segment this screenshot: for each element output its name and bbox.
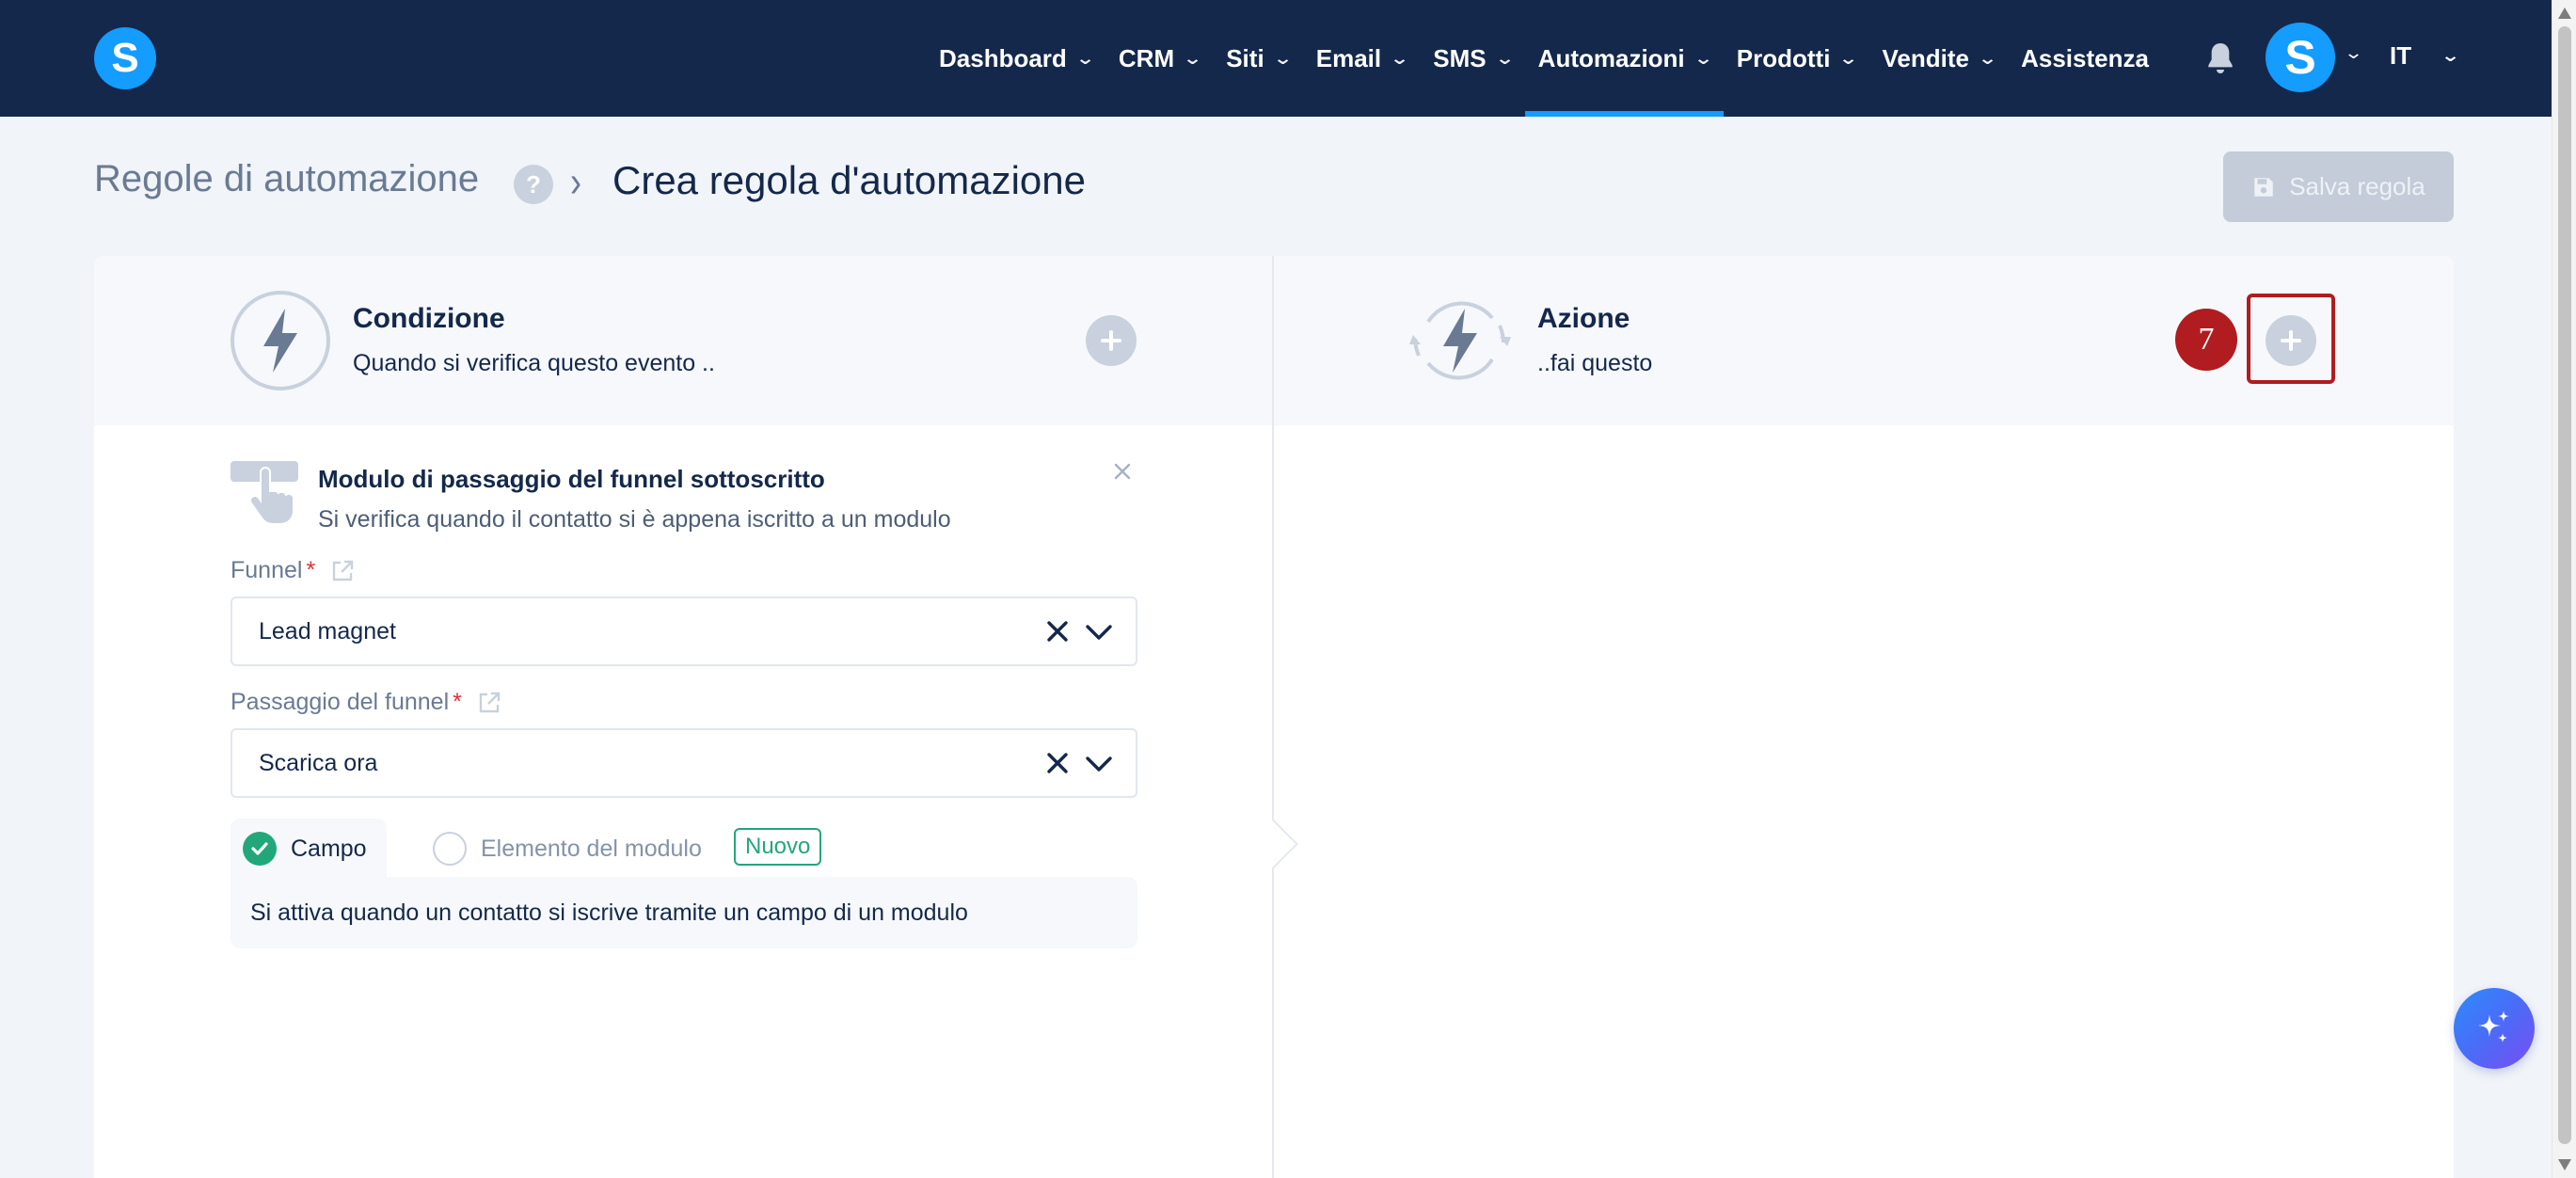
lightning-cycle-icon (1409, 301, 1511, 380)
chevron-down-icon: ⌄ (1977, 48, 1998, 68)
nav-item-sms[interactable]: SMS ⌄ (1420, 0, 1524, 117)
chevron-down-icon: ⌄ (1272, 48, 1293, 68)
avatar[interactable]: S (2266, 23, 2335, 92)
nav-item-label: CRM (1118, 43, 1175, 72)
column-divider (1272, 256, 1274, 1178)
brand-logo[interactable]: S (94, 27, 156, 89)
save-rule-button[interactable]: Salva regola (2223, 151, 2454, 222)
nav-item-label: Vendite (1882, 43, 1969, 72)
bell-icon[interactable] (2202, 38, 2239, 79)
chevron-down-icon: ⌄ (2441, 46, 2461, 65)
nav-item-label: Automazioni (1537, 43, 1685, 72)
nav-item-dashboard[interactable]: Dashboard ⌄ (926, 0, 1105, 117)
condition-title: Condizione (353, 303, 505, 334)
help-icon[interactable]: ? (514, 165, 553, 204)
nav-item-vendite[interactable]: Vendite ⌄ (1869, 0, 2009, 117)
scroll-thumb[interactable] (2558, 26, 2571, 1144)
divider-arrow (1248, 819, 1298, 869)
chevron-down-icon: ⌄ (1183, 48, 1203, 68)
chevron-down-icon: ⌄ (1494, 48, 1515, 68)
external-link-icon[interactable] (330, 559, 355, 583)
radio-campo-label[interactable]: Campo (291, 836, 367, 863)
funnel-step-label-text: Passaggio del funnel (231, 689, 450, 715)
chevron-down-icon[interactable] (1085, 623, 1113, 642)
chevron-down-icon: ⌄ (1838, 48, 1859, 68)
floppy-disk-icon (2254, 177, 2273, 197)
step-number-badge: 7 (2175, 309, 2237, 371)
condition-subtitle: Quando si verifica questo evento .. (353, 350, 715, 376)
language-label: IT (2390, 41, 2412, 70)
required-mark: * (306, 557, 316, 583)
plus-icon (2281, 330, 2301, 351)
page-scrollbar[interactable] (2552, 0, 2576, 1178)
card-header (94, 256, 2454, 425)
lightning-icon (231, 291, 330, 390)
main-nav: Dashboard ⌄ CRM ⌄ Siti ⌄ Email ⌄ SMS ⌄ Automa… (926, 0, 2162, 117)
clear-icon[interactable] (1045, 619, 1070, 644)
action-title: Azione (1537, 303, 1630, 334)
external-link-icon[interactable] (477, 691, 501, 715)
nav-item-label: Siti (1226, 43, 1264, 72)
language-selector[interactable]: IT ⌄ (2390, 41, 2461, 71)
radio-elemento-del-modulo[interactable] (433, 832, 467, 866)
plus-icon (1101, 330, 1121, 351)
nav-item-label: SMS (1433, 43, 1487, 72)
radio-campo-checked[interactable] (243, 832, 277, 866)
rule-editor-card: Condizione Quando si verifica questo eve… (94, 256, 2454, 1178)
close-icon[interactable] (1108, 457, 1137, 486)
chevron-down-icon[interactable] (1085, 755, 1113, 773)
radio-elemento-del-modulo-label[interactable]: Elemento del modulo (481, 836, 702, 863)
nav-item-label: Dashboard (939, 43, 1067, 72)
chevron-down-icon: ⌄ (1693, 48, 1713, 68)
check-icon (251, 842, 268, 855)
funnel-step-label: Passaggio del funnel * (231, 689, 501, 716)
funnel-step-select[interactable]: Scarica ora (231, 728, 1137, 798)
funnel-select-value: Lead magnet (259, 617, 396, 645)
nav-item-prodotti[interactable]: Prodotti ⌄ (1724, 0, 1869, 117)
ai-assistant-button[interactable] (2454, 988, 2535, 1069)
nav-item-label: Email (1315, 43, 1382, 72)
breadcrumb-root-link[interactable]: Regole di automazione (94, 158, 479, 200)
page-title: Crea regola d'automazione (612, 158, 1086, 202)
chevron-right-icon: › (570, 155, 581, 206)
top-navbar: S Dashboard ⌄ CRM ⌄ Siti ⌄ Email ⌄ SMS ⌄ Auto… (0, 0, 2552, 117)
funnel-select[interactable]: Lead magnet (231, 597, 1137, 666)
add-condition-button[interactable] (1086, 315, 1137, 366)
trigger-title: Modulo di passaggio del funnel sottoscri… (318, 465, 825, 493)
funnel-label-text: Funnel (231, 557, 303, 583)
clear-icon[interactable] (1045, 751, 1070, 775)
scroll-up-arrow-icon[interactable] (2558, 8, 2571, 19)
nav-item-crm[interactable]: CRM ⌄ (1105, 0, 1213, 117)
nav-item-email[interactable]: Email ⌄ (1303, 0, 1420, 117)
hand-click-icon (231, 461, 298, 525)
chevron-down-icon: ⌄ (1390, 48, 1410, 68)
funnel-label: Funnel * (231, 557, 355, 584)
new-badge: Nuovo (734, 828, 822, 866)
option-description: Si attiva quando un contatto si iscrive … (250, 899, 968, 926)
nav-item-automazioni[interactable]: Automazioni ⌄ (1524, 0, 1724, 117)
nav-item-siti[interactable]: Siti ⌄ (1213, 0, 1303, 117)
scroll-down-arrow-icon[interactable] (2558, 1159, 2571, 1170)
funnel-step-select-value: Scarica ora (259, 749, 378, 776)
trigger-description: Si verifica quando il contatto si è appe… (318, 506, 951, 533)
required-mark: * (453, 689, 462, 715)
nav-item-label: Assistenza (2021, 43, 2149, 72)
chevron-down-icon[interactable]: ⌄ (2344, 43, 2363, 63)
add-action-button[interactable] (2266, 315, 2316, 366)
sparkles-icon (2478, 1011, 2509, 1043)
action-subtitle: ..fai questo (1537, 350, 1653, 376)
save-rule-label: Salva regola (2289, 172, 2425, 200)
nav-item-label: Prodotti (1736, 43, 1831, 72)
nav-item-assistenza[interactable]: Assistenza (2008, 0, 2162, 117)
chevron-down-icon: ⌄ (1074, 48, 1095, 68)
